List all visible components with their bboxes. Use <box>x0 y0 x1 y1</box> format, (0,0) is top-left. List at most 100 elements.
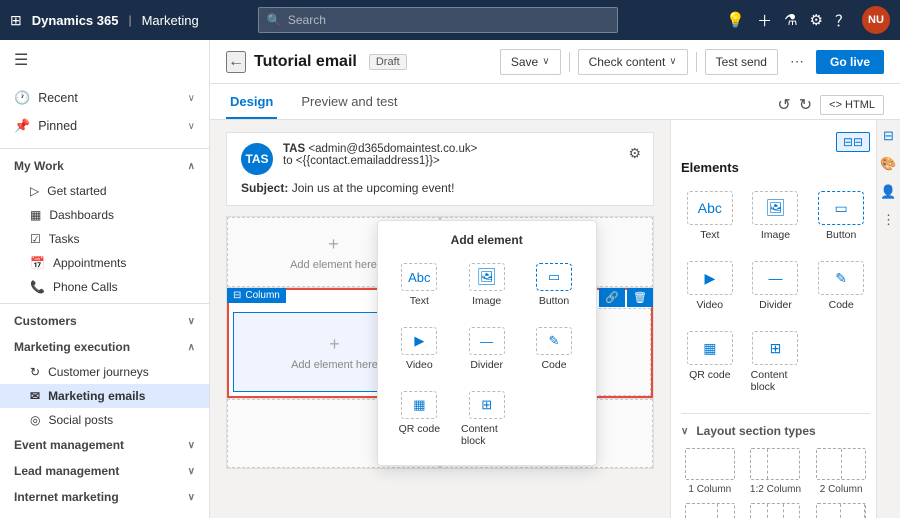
popup-item-button[interactable]: ▭ Button <box>524 257 583 313</box>
element-item-button[interactable]: ▭ Button <box>812 185 870 247</box>
layout-item-custom[interactable]: ✎ Custom <box>812 503 870 518</box>
sidebar-item-phone-calls[interactable]: 📞 Phone Calls <box>0 275 209 299</box>
customers-chevron: ∨ <box>188 316 195 327</box>
draft-badge: Draft <box>369 54 407 70</box>
marketing-exec-label: Marketing execution <box>14 340 130 354</box>
strip-blocks-icon[interactable]: ⊟ <box>883 128 894 144</box>
collapse-icon[interactable]: ∨ <box>681 426 688 437</box>
sidebar-item-social-posts[interactable]: ◎ Social posts <box>0 408 209 432</box>
dashboards-label: Dashboards <box>49 208 114 222</box>
sidebar-item-marketing-emails[interactable]: ✉ Marketing emails <box>0 384 209 408</box>
popup-item-code[interactable]: ✎ Code <box>524 321 583 377</box>
sidebar-item-tasks[interactable]: ☑ Tasks <box>0 227 209 251</box>
filter-icon[interactable]: ⚗ <box>784 11 797 29</box>
strip-style-icon[interactable]: 🎨 <box>880 156 896 172</box>
search-bar[interactable]: 🔍 <box>258 7 618 33</box>
sidebar-section-my-work[interactable]: My Work ∧ <box>0 153 209 179</box>
sidebar-section-event-mgmt[interactable]: Event management ∨ <box>0 432 209 458</box>
hamburger-button[interactable]: ☰ <box>0 40 209 80</box>
add-element-btn-top-left[interactable]: + Add element here <box>290 234 377 271</box>
layout-preview-1-2col <box>750 448 800 480</box>
layout-item-2-1col[interactable]: 2:1 Column <box>681 503 739 518</box>
appointments-icon: 📅 <box>30 256 45 270</box>
redo-button[interactable]: ↻ <box>799 95 812 115</box>
lightbulb-icon[interactable]: 💡 <box>726 11 745 29</box>
popup-item-content-block[interactable]: ⊞ Content block <box>457 385 516 453</box>
tab-design[interactable]: Design <box>226 86 277 119</box>
column-link-btn[interactable]: 🔗 <box>599 288 625 307</box>
email-body: + Add element here + Add element here <box>226 216 654 469</box>
help-icon[interactable]: ？ <box>835 10 850 31</box>
layout-preview-2-1col <box>685 503 735 518</box>
element-item-content-block[interactable]: ⊞ Content block <box>747 325 805 399</box>
sidebar-section-marketing-exec[interactable]: Marketing execution ∧ <box>0 334 209 360</box>
test-send-button[interactable]: Test send <box>705 49 778 75</box>
popup-item-image[interactable]: 🖼 Image <box>457 257 516 313</box>
popup-item-text[interactable]: Abc Text <box>390 257 449 313</box>
sidebar-item-get-started[interactable]: ▷ Get started <box>0 179 209 203</box>
panel-view-switcher: ⊟⊟ <box>681 132 870 152</box>
grid-icon[interactable]: ⊞ <box>10 12 22 29</box>
sidebar-section-lead-mgmt[interactable]: Lead management ∨ <box>0 458 209 484</box>
email-icon: ✉ <box>30 389 40 403</box>
event-mgmt-chevron: ∨ <box>188 440 195 451</box>
layout-item-1-2col[interactable]: 1:2 Column <box>747 448 805 495</box>
element-item-divider[interactable]: — Divider <box>747 255 805 317</box>
layout-item-2col[interactable]: 2 Column <box>812 448 870 495</box>
sender-name: TAS <box>283 143 305 155</box>
element-divider-icon: — <box>752 261 798 295</box>
search-input[interactable] <box>288 13 609 27</box>
sidebar-section-marketing-content[interactable]: Marketing content ∨ <box>0 510 209 518</box>
element-video-icon: ▶ <box>687 261 733 295</box>
element-qrcode-icon: ▦ <box>687 331 733 365</box>
popup-item-video[interactable]: ▶ Video <box>390 321 449 377</box>
sidebar-item-appointments[interactable]: 📅 Appointments <box>0 251 209 275</box>
save-button[interactable]: Save ∨ <box>500 49 561 75</box>
more-options-icon[interactable]: ⋯ <box>786 49 808 74</box>
settings-icon[interactable]: ⚙ <box>810 11 823 29</box>
html-button[interactable]: <> HTML <box>820 95 884 115</box>
popup-item-qrcode[interactable]: ▦ QR code <box>390 385 449 453</box>
page-title: Tutorial email <box>254 53 357 71</box>
sidebar-section-customers[interactable]: Customers ∨ <box>0 308 209 334</box>
plus-icon[interactable]: ＋ <box>757 10 772 31</box>
sidebar-section-internet-marketing[interactable]: Internet marketing ∨ <box>0 484 209 510</box>
element-item-qrcode[interactable]: ▦ QR code <box>681 325 739 399</box>
tab-actions: ↺ ↻ <> HTML <box>777 95 884 119</box>
element-item-code[interactable]: ✎ Code <box>812 255 870 317</box>
layout-preview-2col <box>816 448 866 480</box>
column-delete-btn[interactable]: 🗑 <box>627 288 653 307</box>
sender-info: TAS <admin@d365domaintest.co.uk> to <{{c… <box>283 143 477 167</box>
layout-item-3col[interactable]: 3 Column <box>747 503 805 518</box>
my-work-chevron: ∧ <box>188 161 195 172</box>
panel-tab-blocks[interactable]: ⊟⊟ <box>836 132 870 152</box>
strip-personalize-icon[interactable]: 👤 <box>880 184 896 200</box>
back-button[interactable]: ← <box>226 51 246 73</box>
sidebar-item-recent[interactable]: 🕐 Recent ∨ <box>0 84 209 112</box>
sidebar-item-dashboards[interactable]: ▦ Dashboards <box>0 203 209 227</box>
strip-more-icon[interactable]: ⋮ <box>882 212 895 228</box>
sidebar-item-pinned[interactable]: 📌 Pinned ∨ <box>0 112 209 140</box>
element-item-text[interactable]: Abc Text <box>681 185 739 247</box>
go-live-button[interactable]: Go live <box>816 50 884 74</box>
panel-divider <box>681 413 870 414</box>
popup-item-divider[interactable]: — Divider <box>457 321 516 377</box>
elements-grid: Abc Text 🖼 Image ▭ Button ▶ <box>681 185 870 399</box>
sidebar: ☰ 🕐 Recent ∨ 📌 Pinned ∨ My Work ∧ <box>0 40 210 518</box>
user-avatar[interactable]: NU <box>862 6 890 34</box>
check-content-button[interactable]: Check content ∨ <box>578 49 688 75</box>
pinned-chevron: ∨ <box>188 121 195 132</box>
recent-chevron: ∨ <box>188 93 195 104</box>
element-item-video[interactable]: ▶ Video <box>681 255 739 317</box>
sidebar-item-customer-journeys[interactable]: ↻ Customer journeys <box>0 360 209 384</box>
tab-preview-test[interactable]: Preview and test <box>297 86 401 119</box>
element-item-image[interactable]: 🖼 Image <box>747 185 805 247</box>
undo-button[interactable]: ↺ <box>777 95 790 115</box>
popup-grid: Abc Text 🖼 Image ▭ Button <box>390 257 584 453</box>
topbar: ⊞ Dynamics 365 | Marketing 🔍 💡 ＋ ⚗ ⚙ ？ N… <box>0 0 900 40</box>
get-started-icon: ▷ <box>30 184 39 198</box>
add-element-popup: Add element Abc Text 🖼 Image <box>377 220 597 466</box>
layout-item-1col[interactable]: 1 Column <box>681 448 739 495</box>
email-settings-icon[interactable]: ⚙ <box>628 145 641 162</box>
add-element-btn-selected-left[interactable]: + Add element here <box>291 334 378 371</box>
